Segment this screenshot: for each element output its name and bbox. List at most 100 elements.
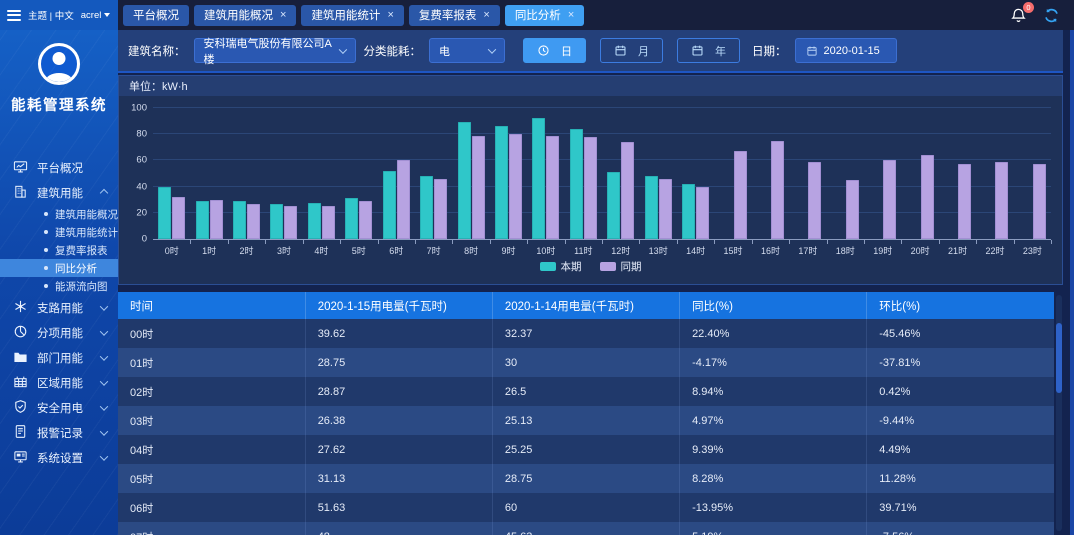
x-axis-tick-label: 20时 [911,244,930,257]
sidebar-item-label: 建筑用能 [37,185,83,201]
x-axis-tick-label: 8时 [464,244,478,257]
topbar-tab[interactable]: 复费率报表× [409,5,500,26]
bar-current [532,118,545,239]
table-row: 03时26.3825.134.97%-9.44% [118,406,1054,435]
table-cell: 07时 [118,522,305,535]
table-header: 时间2020-1-15用电量(千瓦时)2020-1-14用电量(千瓦时)同比(%… [118,292,1054,319]
close-icon[interactable]: × [568,10,574,21]
sidebar-item[interactable]: 支路用能 [0,295,118,320]
sidebar-item[interactable]: 系统设置 [0,445,118,470]
close-icon[interactable]: × [280,10,286,21]
table-cell: 26.38 [305,406,492,435]
filter-bar: 建筑名称： 安科瑞电气股份有限公司A楼 分类能耗： 电 日月年 日期： 2020… [118,30,1063,73]
bullet-icon [44,230,48,234]
refresh-icon[interactable] [1043,7,1060,24]
topbar-tab[interactable]: 建筑用能统计 × [301,5,403,26]
building-select[interactable]: 安科瑞电气股份有限公司A楼 [194,38,356,63]
table-cell: 0.42% [867,377,1054,406]
x-axis-tick-label: 9时 [501,244,515,257]
table-cell: -13.95% [680,493,867,522]
bar-previous [921,155,934,239]
bar-current [308,203,321,239]
y-axis-tick-label: 80 [123,129,147,140]
period-button-月[interactable]: 月 [600,38,663,63]
x-axis-tick-label: 17时 [798,244,817,257]
scrollbar-thumb[interactable] [1056,323,1062,393]
date-input[interactable]: 2020-01-15 [795,38,897,63]
report-icon [13,424,28,442]
close-icon[interactable]: × [387,10,393,21]
locale-label[interactable]: 主题 | 中文 [28,8,74,22]
sidebar-item-label: 区域用能 [37,375,83,391]
period-button-group: 日月年 [519,38,740,63]
building-icon [13,184,28,202]
user-menu[interactable]: acrel [81,10,111,21]
table-cell: 25.13 [492,406,679,435]
table-scrollbar[interactable] [1056,295,1062,531]
y-axis-tick-label: 0 [123,234,147,245]
period-button-日[interactable]: 日 [523,38,586,63]
x-axis-tick-label: 0时 [165,244,179,257]
sidebar-item[interactable]: 分项用能 [0,320,118,345]
top-bar: 主题 | 中文 acrel 平台概况建筑用能概况×建筑用能统计×复费率报表×同比… [0,0,1074,30]
sidebar-subitem[interactable]: 复费率报表 [0,241,118,259]
bar-group: 2时 [228,108,265,239]
sidebar-subitem[interactable]: 能源流向图 [0,277,118,295]
sidebar-item[interactable]: 建筑用能 [0,180,118,205]
sidebar-subitem[interactable]: 建筑用能概况 [0,205,118,223]
table-cell: 60 [492,493,679,522]
x-axis-tick-label: 7时 [427,244,441,257]
category-select[interactable]: 电 [429,38,505,63]
hamburger-icon[interactable] [7,10,21,21]
topbar-tab[interactable]: 同比分析 × [505,5,584,26]
sidebar-subitem[interactable]: 建筑用能统计 [0,223,118,241]
date-value: 2020-01-15 [824,45,880,57]
table-row: 02时28.8726.58.94%0.42% [118,377,1054,406]
table-cell: 8.28% [680,464,867,493]
sidebar-item[interactable]: 安全用电 [0,395,118,420]
x-axis-tick-label: 5时 [352,244,366,257]
table-cell: 48 [305,522,492,535]
bar-previous [284,206,297,239]
x-axis-tick-label: 11时 [574,244,592,257]
table-cell: 39.71% [867,493,1054,522]
tab-label: 同比分析 [515,7,561,23]
main-content: 建筑名称： 安科瑞电气股份有限公司A楼 分类能耗： 电 日月年 日期： 2020… [118,30,1074,535]
tab-label: 建筑用能统计 [311,7,380,23]
bar-current [570,129,583,239]
bar-current [270,204,283,239]
x-axis-tick-label: 1时 [202,244,216,257]
app-window: 主题 | 中文 acrel 平台概况建筑用能概况×建筑用能统计×复费率报表×同比… [0,0,1074,535]
table-cell: 9.39% [680,435,867,464]
x-axis-tick-label: 18时 [836,244,855,257]
x-axis-tick-label: 12时 [611,244,630,257]
sidebar-item[interactable]: 报警记录 [0,420,118,445]
topbar-tab[interactable]: 建筑用能概况× [194,5,296,26]
period-button-label: 月 [638,43,649,59]
bar-group: 20时 [901,108,938,239]
bar-group: 10时 [527,108,564,239]
topbar-tab[interactable]: 平台概况 [123,5,189,26]
table-cell: 4.97% [680,406,867,435]
x-axis-tick-label: 16时 [761,244,780,257]
user-avatar-icon[interactable] [38,43,80,85]
close-icon[interactable]: × [483,10,489,21]
table-cell: 5.19% [680,522,867,535]
sidebar-subitem[interactable]: 同比分析 [0,259,118,277]
caret-down-icon [104,13,110,17]
sidebar-item[interactable]: 平台概况 [0,155,118,180]
notification-bell-icon[interactable]: 0 [1010,7,1027,24]
sidebar-item[interactable]: 部门用能 [0,345,118,370]
bar-previous [1033,164,1046,239]
sidebar-item[interactable]: 区域用能 [0,370,118,395]
clock-icon [537,44,550,57]
calendar-icon [614,44,627,57]
legend-item[interactable]: 本期 [540,259,582,274]
bar-previous [995,162,1008,239]
sidebar-subitem-label: 能源流向图 [55,279,108,294]
period-button-年[interactable]: 年 [677,38,740,63]
bar-current [420,176,433,239]
table-cell: 06时 [118,493,305,522]
table-cell: -7.56% [867,522,1054,535]
legend-item[interactable]: 同期 [600,259,642,274]
